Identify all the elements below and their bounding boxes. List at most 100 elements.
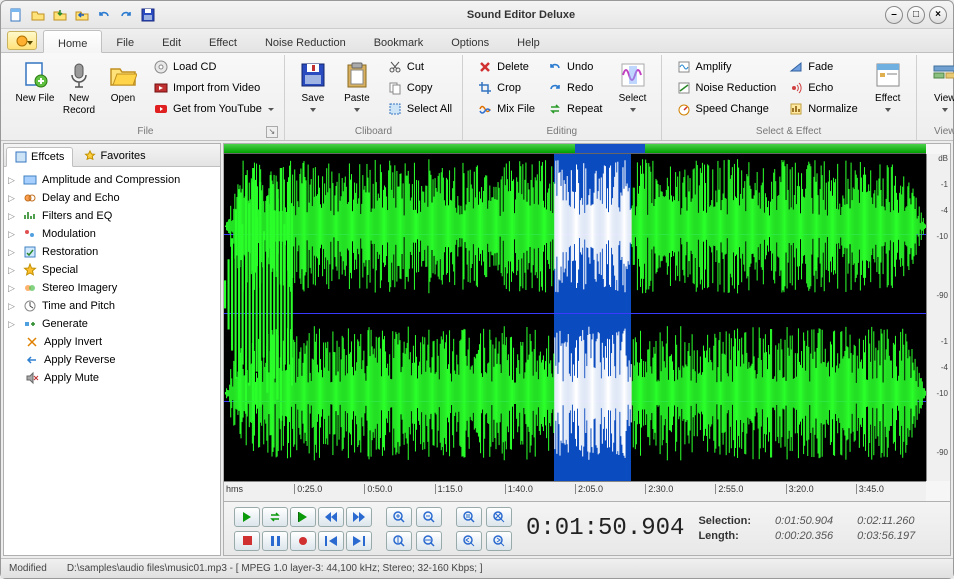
delete-x-icon: [477, 59, 493, 75]
loop-button[interactable]: [262, 507, 288, 527]
tab-favorites[interactable]: Favorites: [75, 146, 154, 166]
zoom-out-button[interactable]: [416, 507, 442, 527]
new-record-button[interactable]: New Record: [57, 57, 101, 119]
expand-icon[interactable]: ▷: [8, 175, 18, 186]
tab-options[interactable]: Options: [437, 29, 503, 52]
undo-button[interactable]: Undo: [543, 57, 606, 77]
dropdown-arrow-icon: [942, 108, 948, 112]
speed-change-button[interactable]: Speed Change: [672, 99, 781, 119]
tab-noise-reduction[interactable]: Noise Reduction: [251, 29, 360, 52]
close-button[interactable]: ×: [929, 6, 947, 24]
expand-icon[interactable]: ▷: [8, 247, 18, 258]
amplify-button[interactable]: Amplify: [672, 57, 781, 77]
import-video-button[interactable]: Import from Video: [149, 78, 278, 98]
qat-redo-icon[interactable]: [117, 6, 135, 24]
channel-right: [224, 321, 926, 481]
play-selection-button[interactable]: [290, 507, 316, 527]
expand-icon[interactable]: ▷: [8, 301, 18, 312]
zoom-in-v-button[interactable]: [386, 531, 412, 551]
tree-cat-special[interactable]: ▷Special: [6, 261, 218, 279]
delete-button[interactable]: Delete: [473, 57, 539, 77]
echo-button[interactable]: Echo: [784, 78, 862, 98]
tab-help[interactable]: Help: [503, 29, 554, 52]
qat-undo-icon[interactable]: [95, 6, 113, 24]
effects-tree[interactable]: ▷Amplitude and Compression ▷Delay and Ec…: [4, 167, 220, 555]
maximize-button[interactable]: □: [907, 6, 925, 24]
effect-panel-icon: [872, 59, 904, 91]
tree-cat-modulation[interactable]: ▷Modulation: [6, 225, 218, 243]
app-menu-button[interactable]: [7, 31, 37, 50]
tab-bookmark[interactable]: Bookmark: [360, 29, 438, 52]
tree-cat-restoration[interactable]: ▷Restoration: [6, 243, 218, 261]
get-youtube-button[interactable]: Get from YouTube: [149, 99, 278, 119]
tree-cat-delay[interactable]: ▷Delay and Echo: [6, 189, 218, 207]
select-button[interactable]: Select: [611, 57, 655, 114]
favorites-tab-icon: [84, 150, 96, 162]
select-all-button[interactable]: Select All: [383, 99, 456, 119]
tab-file[interactable]: File: [102, 29, 148, 52]
tree-cat-time-pitch[interactable]: ▷Time and Pitch: [6, 297, 218, 315]
crop-button[interactable]: Crop: [473, 78, 539, 98]
qat-import-icon[interactable]: [51, 6, 69, 24]
tree-leaf-mute[interactable]: Apply Mute: [6, 369, 218, 387]
go-start-button[interactable]: [318, 531, 344, 551]
tab-effect[interactable]: Effect: [195, 29, 251, 52]
save-button[interactable]: Save: [291, 57, 335, 114]
tree-cat-filters[interactable]: ▷Filters and EQ: [6, 207, 218, 225]
expand-icon[interactable]: ▷: [8, 211, 18, 222]
save-disk-icon: [297, 59, 329, 91]
go-end-button[interactable]: [346, 531, 372, 551]
zoom-right-button[interactable]: [486, 531, 512, 551]
expand-icon[interactable]: ▷: [8, 319, 18, 330]
expand-icon[interactable]: ▷: [8, 229, 18, 240]
tree-leaf-invert[interactable]: Apply Invert: [6, 333, 218, 351]
expand-icon[interactable]: ▷: [8, 283, 18, 294]
qat-new-icon[interactable]: [7, 6, 25, 24]
normalize-button[interactable]: Normalize: [784, 99, 862, 119]
qat-open-icon[interactable]: [29, 6, 47, 24]
tree-cat-amplitude[interactable]: ▷Amplitude and Compression: [6, 171, 218, 189]
waveform-canvas[interactable]: [224, 154, 926, 481]
rewind-button[interactable]: [318, 507, 344, 527]
pause-button[interactable]: [262, 531, 288, 551]
category-icon: [22, 244, 38, 260]
paste-button[interactable]: Paste: [335, 57, 379, 114]
fade-button[interactable]: Fade: [784, 57, 862, 77]
effect-button[interactable]: Effect: [866, 57, 910, 114]
new-file-button[interactable]: New File: [13, 57, 57, 107]
copy-button[interactable]: Copy: [383, 78, 456, 98]
zoom-left-button[interactable]: [456, 531, 482, 551]
zoom-in-button[interactable]: [386, 507, 412, 527]
overview-bar[interactable]: [224, 144, 926, 154]
paste-clipboard-icon: [341, 59, 373, 91]
tab-home[interactable]: Home: [43, 30, 102, 53]
qat-back-icon[interactable]: [73, 6, 91, 24]
qat-save-icon[interactable]: [139, 6, 157, 24]
record-button[interactable]: [290, 531, 316, 551]
overview-selection[interactable]: [575, 144, 645, 153]
file-dialog-launcher[interactable]: ↘: [266, 126, 278, 138]
tab-effects[interactable]: Effcets: [6, 147, 73, 167]
stop-button[interactable]: [234, 531, 260, 551]
zoom-out-v-button[interactable]: [416, 531, 442, 551]
load-cd-button[interactable]: Load CD: [149, 57, 278, 77]
zoom-selection-button[interactable]: [456, 507, 482, 527]
repeat-button[interactable]: Repeat: [543, 99, 606, 119]
minimize-button[interactable]: –: [885, 6, 903, 24]
tree-leaf-reverse[interactable]: Apply Reverse: [6, 351, 218, 369]
zoom-fit-button[interactable]: [486, 507, 512, 527]
tree-cat-stereo[interactable]: ▷Stereo Imagery: [6, 279, 218, 297]
redo-button[interactable]: Redo: [543, 78, 606, 98]
play-button[interactable]: [234, 507, 260, 527]
noise-reduction-button[interactable]: Noise Reduction: [672, 78, 781, 98]
mix-file-button[interactable]: Mix File: [473, 99, 539, 119]
time-ruler[interactable]: hms 0:25.0 0:50.0 1:15.0 1:40.0 2:05.0 2…: [224, 481, 926, 501]
open-button[interactable]: Open: [101, 57, 145, 107]
forward-button[interactable]: [346, 507, 372, 527]
expand-icon[interactable]: ▷: [8, 265, 18, 276]
expand-icon[interactable]: ▷: [8, 193, 18, 204]
cut-button[interactable]: Cut: [383, 57, 456, 77]
tree-cat-generate[interactable]: ▷Generate: [6, 315, 218, 333]
view-button[interactable]: View: [923, 57, 954, 114]
tab-edit[interactable]: Edit: [148, 29, 195, 52]
